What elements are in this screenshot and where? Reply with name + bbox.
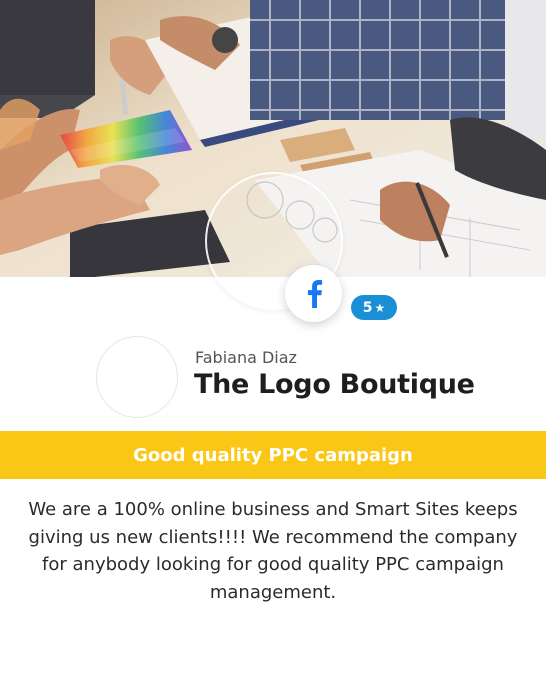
rating-badge: 5 ★ [351,295,397,320]
review-headline: Good quality PPC campaign [133,444,413,466]
rating-value: 5 [362,299,373,316]
business-name: The Logo Boutique [194,369,475,400]
review-card: 5 ★ Fabiana Diaz The Logo Boutique Good … [0,0,546,692]
facebook-icon [305,279,323,308]
review-body: We are a 100% online business and Smart … [28,499,518,603]
star-icon: ★ [374,300,386,315]
reviewer-name: Fabiana Diaz [195,348,297,367]
review-headline-bar: Good quality PPC campaign [0,431,546,479]
avatar [96,336,178,418]
platform-badge [285,265,342,322]
